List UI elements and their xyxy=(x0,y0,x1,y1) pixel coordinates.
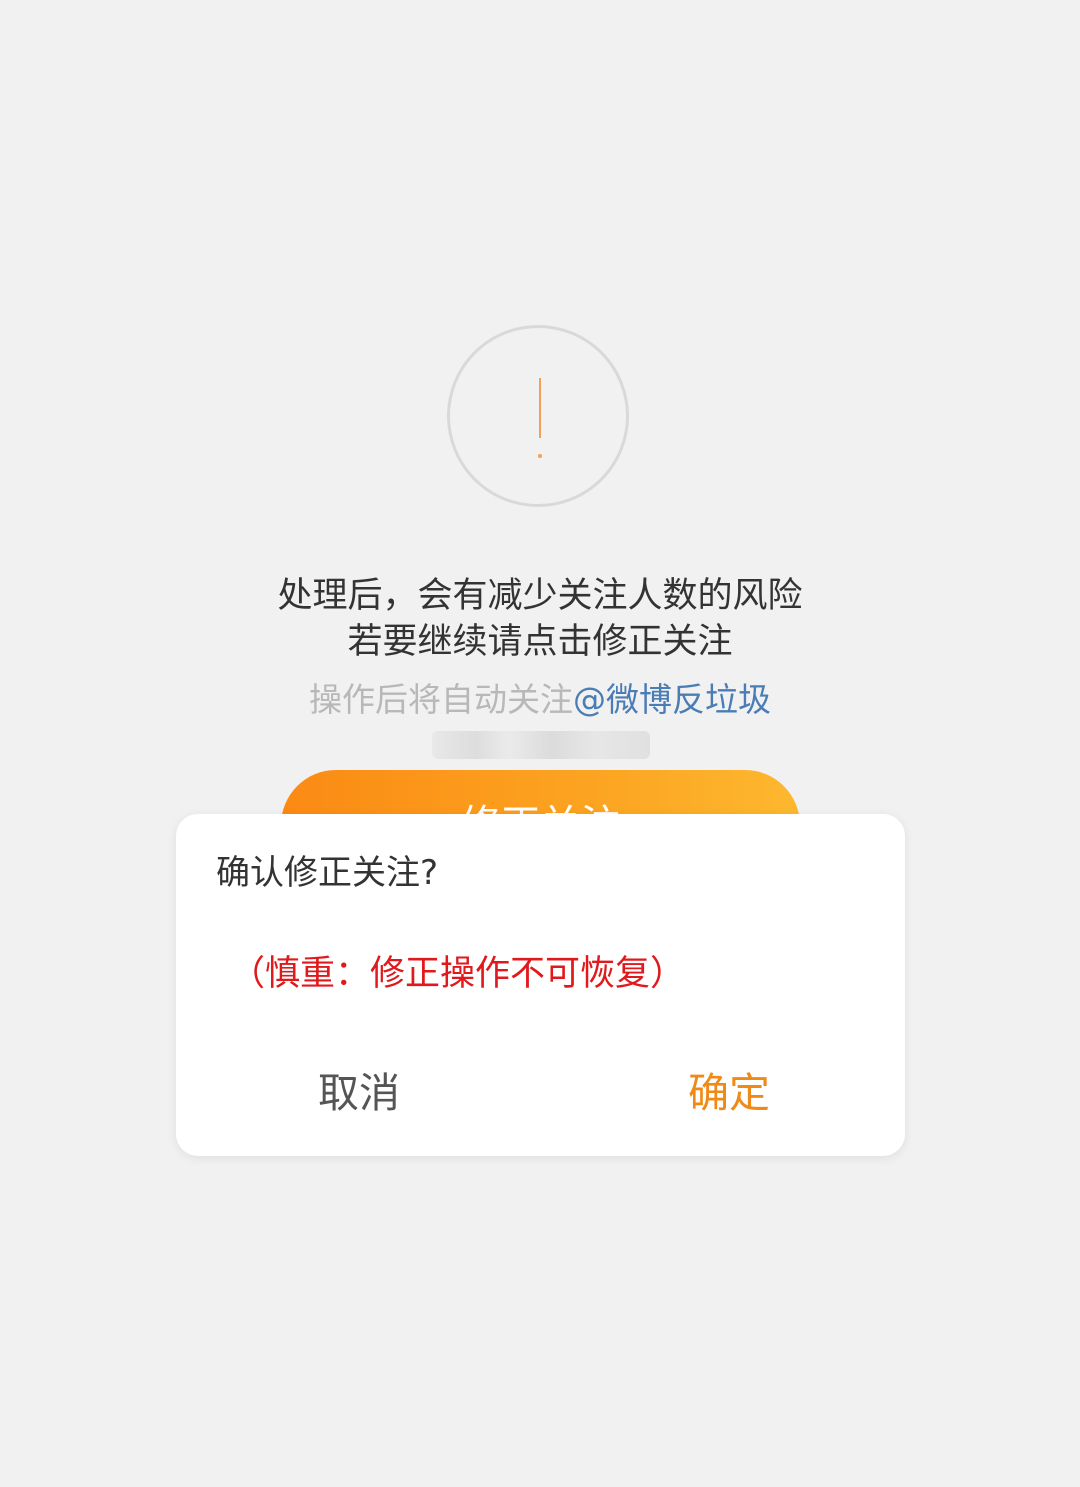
redacted-text xyxy=(432,731,650,759)
auto-follow-notice: 操作后将自动关注@微博反垃圾 xyxy=(0,677,1080,723)
risk-message: 处理后，会有减少关注人数的风险 xyxy=(277,576,803,616)
cancel-button[interactable]: 取消 xyxy=(268,1062,450,1124)
continue-instruction: 若要继续请点击修正关注 xyxy=(347,622,733,662)
exclamation-circle-icon xyxy=(447,325,629,507)
auto-follow-prefix: 操作后将自动关注 xyxy=(309,680,573,719)
dialog-warning: （慎重：修正操作不可恢复） xyxy=(230,954,686,994)
mention-link[interactable]: @微博反垃圾 xyxy=(573,680,771,719)
exclamation-dot xyxy=(538,454,542,458)
confirm-button[interactable]: 确定 xyxy=(638,1062,820,1124)
exclamation-bar xyxy=(539,378,541,438)
confirm-dialog: 确认修正关注? （慎重：修正操作不可恢复） 取消 确定 xyxy=(176,814,905,1156)
dialog-title: 确认修正关注? xyxy=(216,853,439,893)
